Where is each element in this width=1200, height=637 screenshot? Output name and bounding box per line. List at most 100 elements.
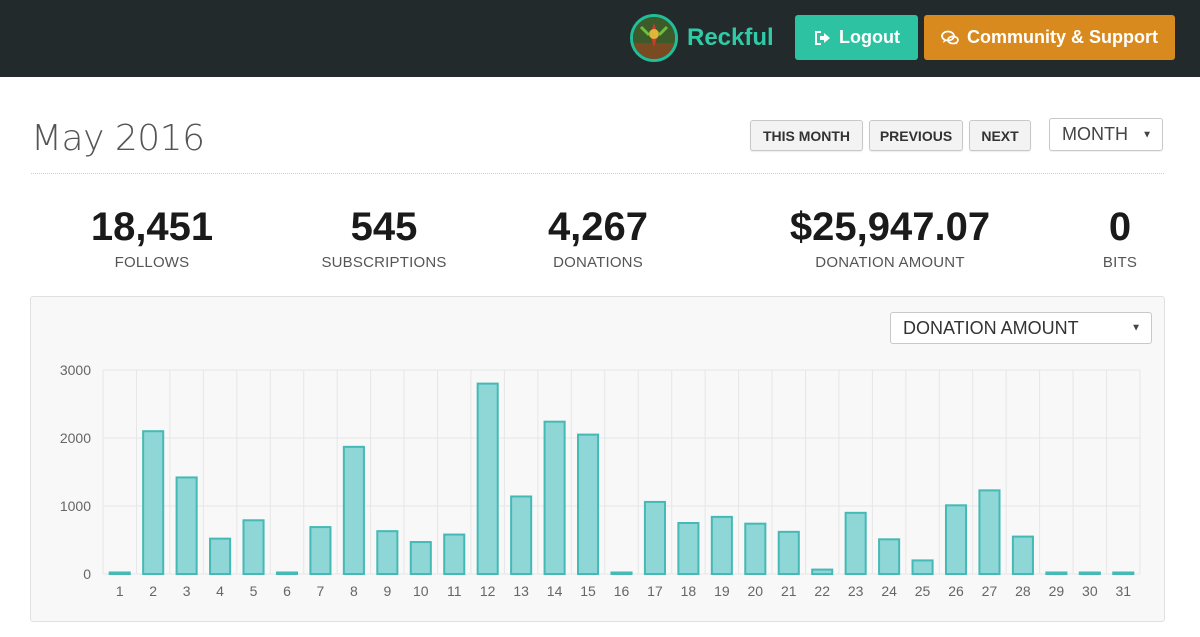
bar-day-7 bbox=[309, 526, 332, 575]
x-tick-label: 20 bbox=[748, 583, 764, 599]
stat-value: 545 bbox=[350, 205, 418, 249]
bar-day-23 bbox=[844, 511, 867, 576]
bar-day-14 bbox=[543, 420, 566, 576]
y-tick-label: 2000 bbox=[60, 430, 91, 446]
bar-day-2 bbox=[142, 430, 165, 575]
bar-day-28 bbox=[1011, 535, 1034, 576]
divider bbox=[31, 173, 1164, 174]
bar-day-27 bbox=[978, 489, 1001, 575]
x-tick-label: 6 bbox=[283, 583, 291, 599]
x-tick-label: 30 bbox=[1082, 583, 1098, 599]
bar-day-25 bbox=[911, 559, 934, 575]
x-tick-label: 24 bbox=[881, 583, 897, 599]
bar-day-19 bbox=[710, 515, 733, 576]
previous-button[interactable]: PREVIOUS bbox=[869, 120, 963, 151]
stat-label: SUBSCRIPTIONS bbox=[321, 254, 447, 271]
x-tick-label: 19 bbox=[714, 583, 730, 599]
this-month-button[interactable]: THIS MONTH bbox=[750, 120, 863, 151]
sign-out-icon bbox=[815, 30, 830, 45]
x-tick-label: 25 bbox=[915, 583, 931, 599]
stat-donations: 4,267 DONATIONS bbox=[528, 204, 668, 271]
stat-label: DONATION AMOUNT bbox=[815, 254, 965, 271]
stat-subscriptions: 545 SUBSCRIPTIONS bbox=[314, 204, 454, 271]
metric-select[interactable]: DONATION AMOUNT ▼ bbox=[890, 312, 1152, 344]
bar-day-22 bbox=[811, 568, 834, 575]
x-tick-label: 11 bbox=[447, 583, 462, 599]
bar-day-20 bbox=[744, 522, 767, 575]
stat-bits: 0 BITS bbox=[1080, 204, 1160, 271]
avatar[interactable] bbox=[630, 14, 678, 62]
page-title: May 2016 bbox=[31, 118, 205, 159]
donation-bar-chart: 01000200030001 2 3 4 5 6 7 8 9 10 11 12 13 14 15 16 17 18… bbox=[60, 362, 1141, 599]
stat-label: BITS bbox=[1102, 254, 1138, 271]
bar-day-18 bbox=[677, 522, 700, 575]
avatar-image-icon bbox=[633, 17, 675, 59]
stat-value: 18,451 bbox=[90, 205, 214, 249]
x-tick-label: 16 bbox=[614, 583, 630, 599]
username[interactable]: Reckful bbox=[687, 24, 774, 52]
bar-day-1 bbox=[108, 571, 131, 575]
bar-day-5 bbox=[242, 519, 265, 575]
x-tick-label: 23 bbox=[848, 583, 864, 599]
community-support-label: Community & Support bbox=[967, 27, 1158, 47]
stat-value: 4,267 bbox=[547, 205, 649, 249]
stat-value: 0 bbox=[1108, 205, 1132, 249]
bar-day-10 bbox=[409, 541, 432, 575]
bar-day-12 bbox=[476, 382, 499, 575]
stat-label: FOLLOWS bbox=[114, 254, 190, 271]
bar-day-17 bbox=[643, 500, 666, 575]
top-navbar: Reckful Logout Community & Support bbox=[0, 0, 1200, 77]
next-button[interactable]: NEXT bbox=[969, 120, 1031, 151]
y-tick-label: 0 bbox=[83, 566, 91, 582]
chat-bubbles-icon bbox=[941, 30, 959, 45]
x-tick-label: 8 bbox=[350, 583, 358, 599]
y-tick-label: 1000 bbox=[60, 498, 91, 514]
period-select[interactable]: MONTH ▼ bbox=[1049, 118, 1163, 151]
x-tick-label: 17 bbox=[647, 583, 663, 599]
period-select-value: MONTH bbox=[1062, 124, 1128, 144]
x-tick-label: 1 bbox=[116, 583, 124, 599]
bar-day-13 bbox=[510, 495, 533, 575]
x-tick-label: 29 bbox=[1049, 583, 1065, 599]
bar-day-11 bbox=[443, 533, 466, 575]
x-tick-label: 21 bbox=[781, 583, 797, 599]
bar-day-4 bbox=[209, 537, 232, 575]
stat-value: $25,947.07 bbox=[789, 205, 991, 249]
chart-panel: 0 1000 2000 3000 1 2 3 4 5 6 7 8 9 10 11 12 13 14 15 16 17 18… bbox=[30, 296, 1165, 622]
x-tick-label: 27 bbox=[982, 583, 998, 599]
x-tick-label: 3 bbox=[183, 583, 191, 599]
x-tick-label: 31 bbox=[1115, 583, 1131, 599]
user-profile[interactable]: Reckful bbox=[630, 14, 774, 62]
logout-button[interactable]: Logout bbox=[795, 15, 918, 60]
x-tick-label: 28 bbox=[1015, 583, 1031, 599]
bar-day-16 bbox=[610, 571, 633, 575]
chevron-down-icon: ▼ bbox=[1142, 129, 1152, 140]
bar-day-15 bbox=[577, 433, 600, 575]
x-tick-label: 15 bbox=[580, 583, 596, 599]
x-tick-label: 10 bbox=[413, 583, 429, 599]
x-tick-label: 26 bbox=[948, 583, 964, 599]
x-tick-label: 18 bbox=[681, 583, 697, 599]
y-tick-label: 3000 bbox=[60, 362, 91, 378]
bar-day-21 bbox=[777, 530, 800, 575]
x-tick-label: 14 bbox=[547, 583, 563, 599]
community-support-button[interactable]: Community & Support bbox=[924, 15, 1175, 60]
x-tick-label: 2 bbox=[149, 583, 157, 599]
bar-day-8 bbox=[342, 445, 365, 575]
x-tick-label: 9 bbox=[383, 583, 391, 599]
bar-day-31 bbox=[1112, 571, 1135, 575]
stat-label: DONATIONS bbox=[553, 254, 643, 271]
bar-day-3 bbox=[175, 476, 198, 575]
x-tick-label: 22 bbox=[814, 583, 830, 599]
stat-follows: 18,451 FOLLOWS bbox=[82, 204, 222, 271]
bar-day-30 bbox=[1078, 571, 1101, 575]
bar-day-29 bbox=[1045, 571, 1068, 575]
bar-day-6 bbox=[275, 571, 299, 575]
x-tick-label: 4 bbox=[216, 583, 224, 599]
x-tick-label: 12 bbox=[480, 583, 496, 599]
chevron-down-icon: ▼ bbox=[1131, 322, 1141, 334]
x-tick-label: 5 bbox=[250, 583, 258, 599]
logout-label: Logout bbox=[839, 27, 900, 47]
bar-day-9 bbox=[376, 530, 399, 576]
stat-donation-amount: $25,947.07 DONATION AMOUNT bbox=[770, 204, 1010, 271]
